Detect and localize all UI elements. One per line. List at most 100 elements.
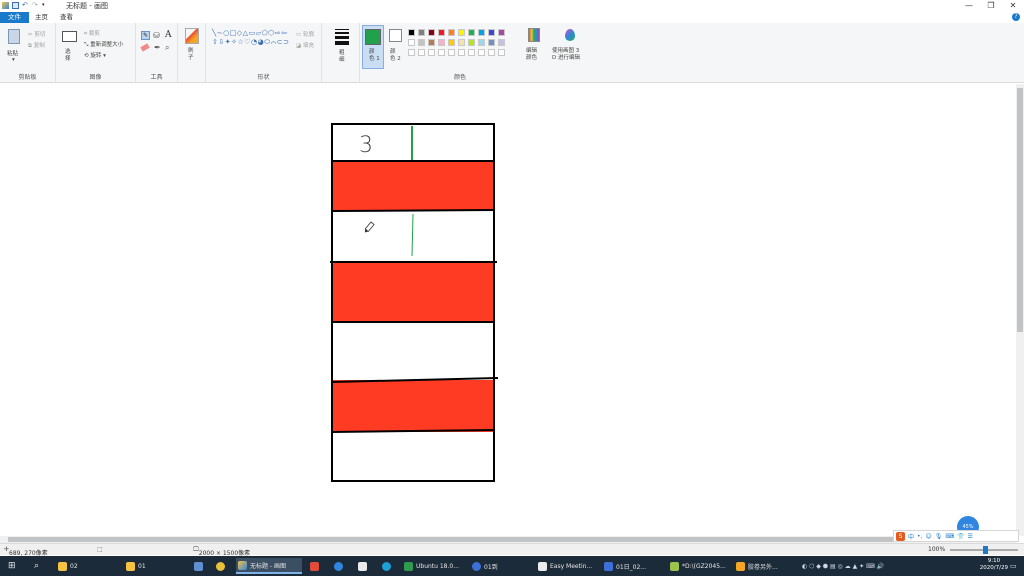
- palette-swatch[interactable]: [488, 29, 495, 36]
- search-icon[interactable]: ⌕: [32, 558, 39, 574]
- taskbar-item[interactable]: Easy Meetin...: [536, 558, 598, 574]
- taskbar-item[interactable]: 02: [56, 558, 118, 574]
- size-button[interactable]: 粗 细: [339, 50, 345, 64]
- resize-button[interactable]: ⤡ 重新调整大小: [84, 40, 123, 49]
- edit-with-paint3d-button[interactable]: 使用画图 3 D 进行编辑: [552, 48, 580, 62]
- notification-icon[interactable]: ▭: [1008, 558, 1017, 574]
- taskbar-item[interactable]: 01到: [470, 558, 530, 574]
- select-rectangle-icon[interactable]: [62, 31, 77, 42]
- horizontal-scrollbar[interactable]: [0, 536, 1016, 543]
- palette-swatch[interactable]: [448, 39, 455, 46]
- palette-swatch[interactable]: [478, 29, 485, 36]
- size-lines-icon[interactable]: [335, 29, 349, 45]
- palette-swatch-empty[interactable]: [428, 49, 435, 56]
- help-icon[interactable]: ?: [1012, 13, 1020, 21]
- pencil-icon[interactable]: ✎: [141, 31, 150, 40]
- palette-swatch[interactable]: [438, 29, 445, 36]
- redo-icon[interactable]: ↷: [32, 2, 39, 9]
- ime-skin-icon[interactable]: 👕: [957, 533, 964, 540]
- tab-home[interactable]: 主页: [29, 12, 54, 23]
- undo-icon[interactable]: ↶: [22, 2, 29, 9]
- palette-swatch[interactable]: [428, 39, 435, 46]
- palette-swatch-empty[interactable]: [478, 49, 485, 56]
- cut-button[interactable]: ✂ 剪切: [28, 30, 45, 38]
- rotate-button[interactable]: ⟲ 旋转 ▾: [84, 51, 106, 59]
- palette-swatch[interactable]: [408, 29, 415, 36]
- zoom-slider-thumb[interactable]: [983, 546, 988, 554]
- palette-swatch[interactable]: [498, 39, 505, 46]
- palette-swatch-empty[interactable]: [488, 49, 495, 56]
- tab-file[interactable]: 文件: [0, 12, 29, 23]
- taskbar-item[interactable]: 01日_02...: [602, 558, 664, 574]
- taskbar-item[interactable]: 胶卷另外...: [734, 558, 790, 574]
- text-icon[interactable]: A: [165, 30, 172, 40]
- ime-keyboard-icon[interactable]: ⌨: [945, 533, 954, 540]
- palette-swatch[interactable]: [458, 29, 465, 36]
- palette-swatch-empty[interactable]: [498, 49, 505, 56]
- vertical-scrollbar[interactable]: [1016, 84, 1024, 536]
- taskbar-pinned-icon[interactable]: [214, 558, 225, 574]
- drawing-canvas[interactable]: 3: [0, 84, 1016, 536]
- ime-punct-icon[interactable]: •,: [917, 533, 922, 540]
- taskbar-pinned-icon[interactable]: [192, 558, 203, 574]
- fill-bucket-icon[interactable]: ⛁: [153, 31, 160, 40]
- palette-swatch-empty[interactable]: [468, 49, 475, 56]
- ime-mic-icon[interactable]: 🎙: [935, 533, 943, 540]
- ime-toolbar[interactable]: S 中 •, ☺ 🎙 ⌨ 👕 ☰: [893, 530, 1019, 542]
- palette-swatch[interactable]: [448, 29, 455, 36]
- edit-colors-icon[interactable]: [528, 28, 540, 42]
- start-button[interactable]: ⊞: [6, 558, 16, 574]
- copy-button[interactable]: ⧉ 复制: [28, 41, 45, 50]
- magnifier-icon[interactable]: ⌕: [165, 43, 169, 53]
- palette-swatch-empty[interactable]: [418, 49, 425, 56]
- paste-chevron-down-icon[interactable]: ▾: [12, 57, 15, 63]
- ime-mode[interactable]: 中: [908, 532, 914, 541]
- palette-swatch[interactable]: [488, 39, 495, 46]
- shapes-gallery[interactable]: ╲∼○□◇△▭▱⬠⬡⇨⇦⇧⇩✦✧☆♡◔◕⬭⌒⊂⊃: [212, 29, 292, 47]
- ime-logo-icon[interactable]: S: [896, 531, 905, 541]
- color1-swatch[interactable]: [365, 29, 381, 45]
- palette-swatch[interactable]: [428, 29, 435, 36]
- palette-swatch[interactable]: [478, 39, 485, 46]
- edit-colors-button[interactable]: 编辑 颜色: [526, 48, 537, 62]
- taskbar-item-paint[interactable]: 无标题 - 画图: [236, 558, 302, 574]
- vertical-scrollbar-thumb[interactable]: [1017, 88, 1023, 332]
- palette-swatch[interactable]: [468, 29, 475, 36]
- color2-swatch[interactable]: [389, 29, 402, 42]
- minimize-button[interactable]: —: [958, 0, 980, 11]
- tray-icons[interactable]: ◐ ⬡ ◆ ⬢ ▤ ◎ ☁ ▲ ✦ ⌨ 🔊: [800, 558, 884, 574]
- horizontal-scrollbar-thumb[interactable]: [8, 537, 1003, 542]
- palette-swatch[interactable]: [418, 29, 425, 36]
- palette-swatch[interactable]: [438, 39, 445, 46]
- taskbar-item[interactable]: Ubuntu 18.0...: [402, 558, 466, 574]
- palette-swatch[interactable]: [468, 39, 475, 46]
- brush-icon[interactable]: [185, 28, 199, 44]
- palette-swatch-empty[interactable]: [458, 49, 465, 56]
- palette-swatch-empty[interactable]: [408, 49, 415, 56]
- taskbar-pinned-icon[interactable]: [380, 558, 391, 574]
- crop-button[interactable]: ⌗ 裁剪: [84, 29, 100, 38]
- save-icon[interactable]: [12, 2, 19, 9]
- paint-3d-icon[interactable]: [565, 29, 575, 41]
- taskbar-pinned-icon[interactable]: [332, 558, 343, 574]
- outline-button[interactable]: ▭ 轮廓: [296, 30, 314, 38]
- brushes-button[interactable]: 刷 子: [188, 48, 194, 62]
- paste-icon[interactable]: [8, 29, 20, 44]
- close-button[interactable]: ✕: [1002, 0, 1024, 11]
- palette-swatch[interactable]: [458, 39, 465, 46]
- palette-swatch[interactable]: [498, 29, 505, 36]
- tab-view[interactable]: 查看: [54, 12, 79, 23]
- restore-button[interactable]: ❐: [980, 0, 1002, 11]
- select-button[interactable]: 选 择: [65, 49, 71, 63]
- customize-toolbar-chevron-down-icon[interactable]: ▾: [42, 2, 49, 9]
- color-picker-icon[interactable]: ✒: [154, 43, 161, 52]
- palette-swatch-empty[interactable]: [438, 49, 445, 56]
- taskbar-item[interactable]: *D:\(GZ2045...: [668, 558, 730, 574]
- palette-swatch[interactable]: [418, 39, 425, 46]
- paste-button[interactable]: 粘贴: [7, 49, 18, 57]
- palette-swatch-empty[interactable]: [448, 49, 455, 56]
- ime-menu-icon[interactable]: ☰: [968, 533, 973, 540]
- eraser-icon[interactable]: [140, 43, 150, 52]
- palette-swatch[interactable]: [408, 39, 415, 46]
- fill-button[interactable]: ◪ 填充: [296, 41, 314, 49]
